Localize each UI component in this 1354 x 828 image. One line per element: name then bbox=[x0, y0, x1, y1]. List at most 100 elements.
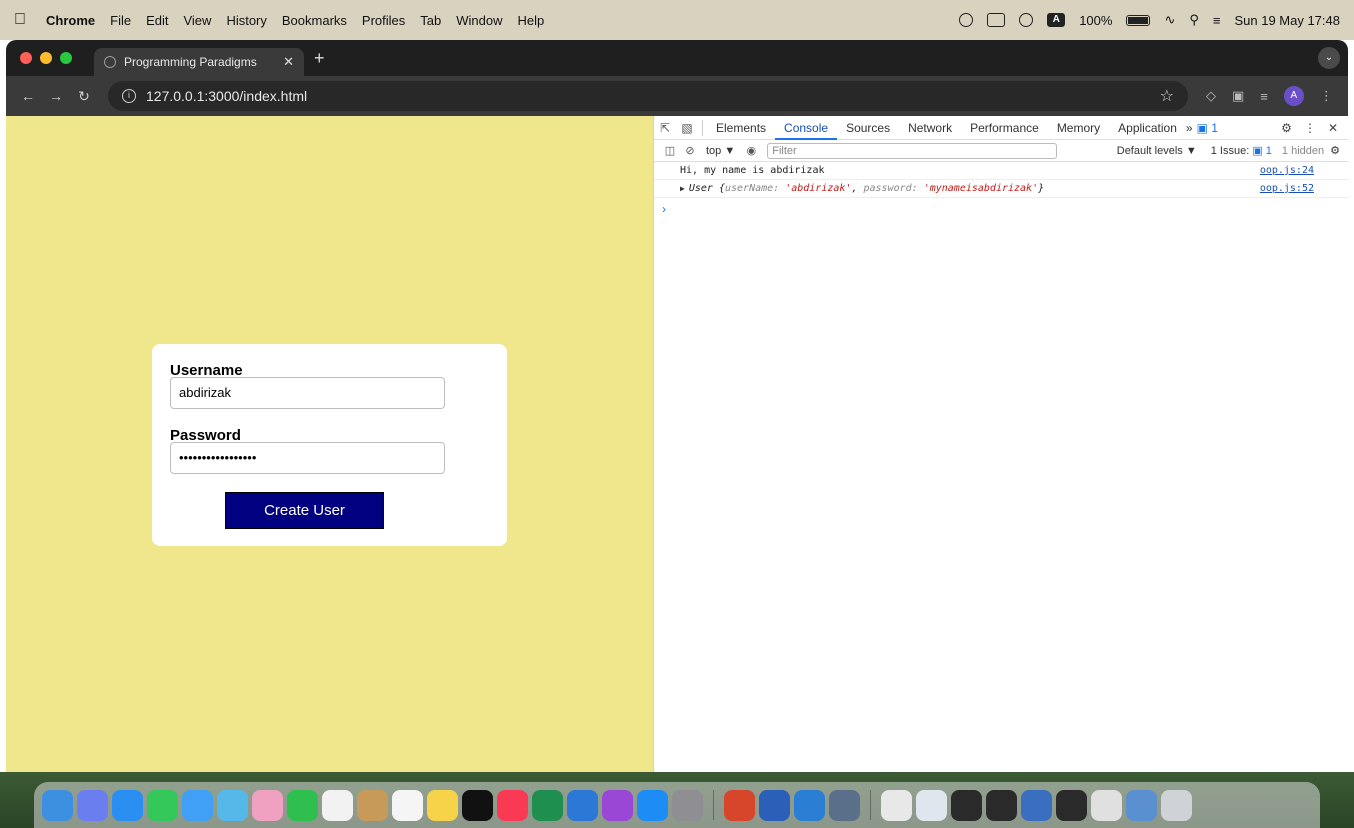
source-link[interactable]: oop.js:52 bbox=[1260, 183, 1314, 194]
create-user-button[interactable]: Create User bbox=[225, 492, 384, 529]
zoom-window-button[interactable] bbox=[60, 52, 72, 64]
more-tabs-icon[interactable]: » bbox=[1186, 121, 1193, 135]
menu-tab[interactable]: Tab bbox=[420, 13, 441, 28]
site-info-icon[interactable]: i bbox=[122, 89, 136, 103]
close-tab-icon[interactable]: ✕ bbox=[283, 54, 294, 70]
airdrop-icon[interactable] bbox=[959, 13, 974, 27]
messages-icon[interactable] bbox=[147, 789, 178, 821]
launchpad-icon[interactable] bbox=[77, 789, 108, 821]
safari-icon[interactable] bbox=[112, 789, 143, 821]
window-thumbnail-icon[interactable] bbox=[1056, 789, 1087, 821]
word-icon[interactable] bbox=[759, 789, 790, 821]
issues-badge[interactable]: ▣ 1 bbox=[1197, 121, 1218, 135]
tab-sources[interactable]: Sources bbox=[837, 116, 899, 140]
podcasts-icon[interactable] bbox=[602, 789, 633, 821]
log-levels-dropdown[interactable]: Default levels ▼ bbox=[1117, 145, 1197, 157]
issues-counter[interactable]: 1 Issue: ▣ 1 bbox=[1211, 144, 1272, 157]
tab-performance[interactable]: Performance bbox=[961, 116, 1048, 140]
extension-icon[interactable]: ◇ bbox=[1206, 88, 1216, 104]
document-thumbnail-icon[interactable] bbox=[881, 789, 912, 821]
bookmark-star-icon[interactable]: ☆ bbox=[1160, 86, 1174, 106]
menu-edit[interactable]: Edit bbox=[146, 13, 168, 28]
forward-icon[interactable]: → bbox=[44, 88, 68, 104]
context-selector[interactable]: top ▼ bbox=[706, 145, 735, 157]
reload-icon[interactable]: ↻ bbox=[72, 88, 96, 105]
preview-icon[interactable] bbox=[829, 789, 860, 821]
expand-triangle-icon[interactable]: ▶ bbox=[680, 184, 685, 193]
menu-app-name[interactable]: Chrome bbox=[46, 13, 95, 28]
photos-icon[interactable] bbox=[252, 789, 283, 821]
address-bar[interactable]: i 127.0.0.1:3000/index.html ☆ bbox=[108, 81, 1188, 111]
clear-console-icon[interactable]: ⊘ bbox=[680, 144, 700, 157]
input-source-icon[interactable]: A bbox=[1047, 13, 1066, 27]
window-thumbnail-icon[interactable] bbox=[916, 789, 947, 821]
source-link[interactable]: oop.js:24 bbox=[1260, 165, 1314, 176]
notes-icon[interactable] bbox=[427, 789, 458, 821]
device-toolbar-icon[interactable]: ▧ bbox=[676, 121, 698, 135]
menu-bookmarks[interactable]: Bookmarks bbox=[282, 13, 347, 28]
clock[interactable]: Sun 19 May 17:48 bbox=[1234, 13, 1340, 28]
facetime-icon[interactable] bbox=[287, 789, 318, 821]
console-settings-icon[interactable]: ⚙ bbox=[1330, 144, 1340, 157]
console-filter-input[interactable]: Filter bbox=[767, 142, 1058, 159]
minimize-window-button[interactable] bbox=[40, 52, 52, 64]
live-expression-eye-icon[interactable]: ◉ bbox=[741, 144, 761, 157]
object-class-name[interactable]: User bbox=[689, 183, 713, 194]
play-icon[interactable] bbox=[1019, 13, 1034, 27]
mail-icon[interactable] bbox=[182, 789, 213, 821]
maps-icon[interactable] bbox=[217, 789, 248, 821]
tab-network[interactable]: Network bbox=[899, 116, 961, 140]
control-center-icon[interactable]: ≡ bbox=[1213, 13, 1221, 28]
display-icon[interactable] bbox=[987, 13, 1006, 27]
menu-view[interactable]: View bbox=[183, 13, 211, 28]
trash-icon[interactable] bbox=[1161, 789, 1192, 821]
system-settings-icon[interactable] bbox=[672, 789, 703, 821]
kebab-menu-icon[interactable]: ⋮ bbox=[1320, 88, 1333, 104]
tab-elements[interactable]: Elements bbox=[707, 116, 775, 140]
menu-profiles[interactable]: Profiles bbox=[362, 13, 405, 28]
spotlight-icon[interactable]: ⚲ bbox=[1189, 12, 1199, 28]
apple-tv-icon[interactable] bbox=[462, 789, 493, 821]
profile-avatar[interactable]: A bbox=[1283, 86, 1304, 106]
tab-search-button[interactable]: ⌄ bbox=[1318, 47, 1340, 69]
pycharm-icon[interactable] bbox=[532, 789, 563, 821]
settings-gear-icon[interactable]: ⚙ bbox=[1281, 121, 1292, 135]
extension-puzzle-icon[interactable]: ▣ bbox=[1232, 88, 1244, 104]
menu-help[interactable]: Help bbox=[518, 13, 545, 28]
app-store-icon[interactable] bbox=[637, 789, 668, 821]
devtools-menu-icon[interactable]: ⋮ bbox=[1304, 121, 1316, 135]
apple-icon[interactable]:  bbox=[14, 11, 28, 29]
contacts-icon[interactable] bbox=[357, 789, 388, 821]
finder-icon[interactable] bbox=[42, 789, 73, 821]
window-thumbnail-icon[interactable] bbox=[986, 789, 1017, 821]
menu-history[interactable]: History bbox=[226, 13, 266, 28]
reminders-icon[interactable] bbox=[392, 789, 423, 821]
username-input[interactable]: abdirizak bbox=[170, 377, 445, 409]
password-input[interactable]: ••••••••••••••••• bbox=[170, 442, 445, 474]
keyboard-thumbnail-icon[interactable] bbox=[1091, 789, 1122, 821]
inspect-element-icon[interactable]: ⇱ bbox=[654, 121, 676, 135]
chrome-icon[interactable] bbox=[567, 789, 598, 821]
menu-file[interactable]: File bbox=[110, 13, 131, 28]
battery-icon[interactable] bbox=[1126, 14, 1151, 26]
sidebar-toggle-icon[interactable]: ◫ bbox=[660, 144, 680, 157]
close-devtools-icon[interactable]: ✕ bbox=[1328, 121, 1338, 135]
reading-list-icon[interactable]: ≡ bbox=[1260, 89, 1268, 104]
window-thumbnail-icon[interactable] bbox=[1126, 789, 1157, 821]
close-window-button[interactable] bbox=[20, 52, 32, 64]
browser-tab[interactable]: Programming Paradigms ✕ bbox=[94, 48, 304, 76]
powerpoint-icon[interactable] bbox=[724, 789, 755, 821]
tab-memory[interactable]: Memory bbox=[1048, 116, 1109, 140]
tab-application[interactable]: Application bbox=[1109, 116, 1186, 140]
vscode-icon[interactable] bbox=[794, 789, 825, 821]
new-tab-button[interactable]: + bbox=[314, 48, 325, 69]
window-thumbnail-icon[interactable] bbox=[1021, 789, 1052, 821]
calendar-icon[interactable] bbox=[322, 789, 353, 821]
music-icon[interactable] bbox=[497, 789, 528, 821]
back-icon[interactable]: ← bbox=[16, 88, 40, 104]
window-thumbnail-icon[interactable] bbox=[951, 789, 982, 821]
tab-console[interactable]: Console bbox=[775, 116, 838, 140]
console-prompt[interactable]: › bbox=[654, 202, 1348, 216]
menu-window[interactable]: Window bbox=[456, 13, 502, 28]
wifi-icon[interactable]: ∿ bbox=[1164, 12, 1175, 28]
